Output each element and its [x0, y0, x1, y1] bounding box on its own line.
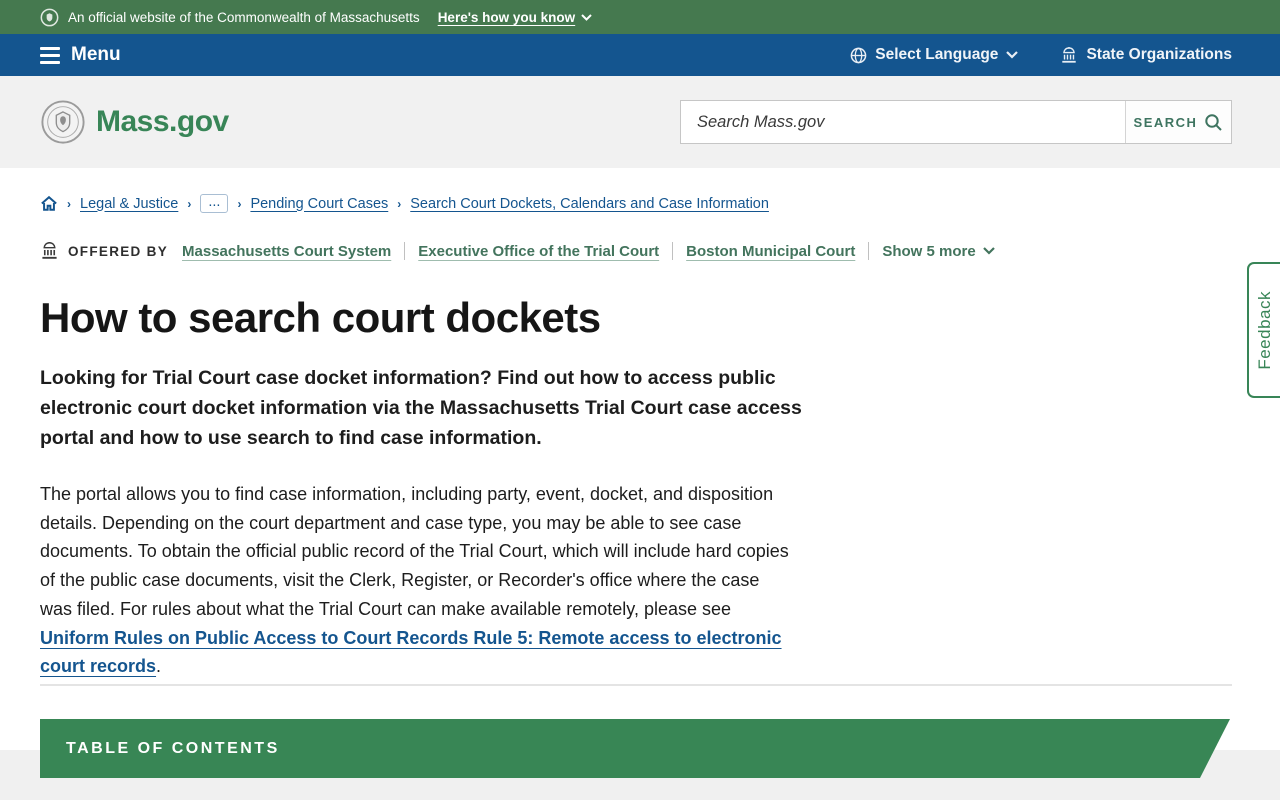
page-title: How to search court dockets	[40, 294, 601, 341]
official-banner-text: An official website of the Commonwealth …	[68, 9, 420, 25]
chevron-down-icon	[982, 247, 995, 255]
massgov-logo[interactable]: Mass.gov	[40, 99, 229, 145]
menu-button[interactable]: Menu	[40, 44, 121, 66]
separator	[672, 242, 674, 260]
search-icon	[1205, 113, 1223, 131]
offered-org-court-system[interactable]: Massachusetts Court System	[182, 243, 391, 260]
search-button[interactable]: SEARCH	[1125, 101, 1231, 143]
body-paragraph: The portal allows you to find case infor…	[40, 484, 789, 677]
breadcrumb: › Legal & Justice › ... › Pending Court …	[40, 194, 1280, 213]
breadcrumb-current-page[interactable]: Search Court Dockets, Calendars and Case…	[410, 196, 769, 212]
intro-paragraph: Looking for Trial Court case docket info…	[40, 367, 802, 449]
breadcrumb-separator: ›	[187, 196, 192, 211]
search-input[interactable]	[681, 101, 1125, 143]
main-navbar: Menu Select Language State Organizations	[0, 34, 1280, 76]
official-banner: An official website of the Commonwealth …	[0, 0, 1280, 34]
section-divider	[40, 683, 1232, 686]
massgov-seal-icon	[41, 100, 85, 144]
globe-icon	[850, 47, 867, 63]
heres-how-you-know-toggle[interactable]: Here's how you know	[438, 10, 593, 25]
feedback-tab[interactable]: Feedback	[1247, 262, 1280, 398]
breadcrumb-legal-justice[interactable]: Legal & Justice	[80, 196, 178, 212]
breadcrumb-ellipsis[interactable]: ...	[200, 194, 229, 213]
hamburger-icon	[40, 46, 60, 64]
breadcrumb-separator: ›	[67, 196, 71, 211]
search-bar: SEARCH	[680, 100, 1232, 144]
state-seal-icon	[40, 8, 59, 26]
mass-gov-page: An official website of the Commonwealth …	[0, 0, 1280, 800]
offered-org-boston-municipal[interactable]: Boston Municipal Court	[686, 243, 855, 260]
show-more-button[interactable]: Show 5 more	[882, 243, 995, 260]
select-language-button[interactable]: Select Language	[850, 46, 1019, 64]
table-of-contents-header[interactable]: TABLE OF CONTENTS	[40, 719, 1230, 778]
offered-org-trial-court[interactable]: Executive Office of the Trial Court	[418, 243, 659, 260]
offered-by-row: OFFERED BY Massachusetts Court System Ex…	[40, 242, 1280, 260]
massgov-logo-text: Mass.gov	[96, 105, 229, 138]
table-of-contents-label: TABLE OF CONTENTS	[66, 739, 280, 757]
offered-by-label: OFFERED BY	[40, 242, 168, 260]
main-content: › Legal & Justice › ... › Pending Court …	[0, 168, 1280, 686]
chevron-down-icon	[1006, 51, 1019, 59]
chevron-down-icon	[581, 13, 592, 21]
separator	[868, 242, 870, 260]
separator	[404, 242, 406, 260]
courthouse-icon	[42, 242, 57, 259]
breadcrumb-separator: ›	[397, 196, 402, 211]
state-organizations-link[interactable]: State Organizations	[1060, 46, 1232, 64]
site-header: Mass.gov SEARCH	[0, 76, 1280, 168]
home-icon[interactable]	[40, 195, 58, 212]
breadcrumb-pending-court-cases[interactable]: Pending Court Cases	[250, 196, 388, 212]
breadcrumb-separator: ›	[237, 196, 242, 211]
statehouse-icon	[1062, 46, 1077, 63]
rule5-remote-access-link[interactable]: Uniform Rules on Public Access to Court …	[40, 628, 782, 677]
feedback-label: Feedback	[1254, 290, 1274, 370]
